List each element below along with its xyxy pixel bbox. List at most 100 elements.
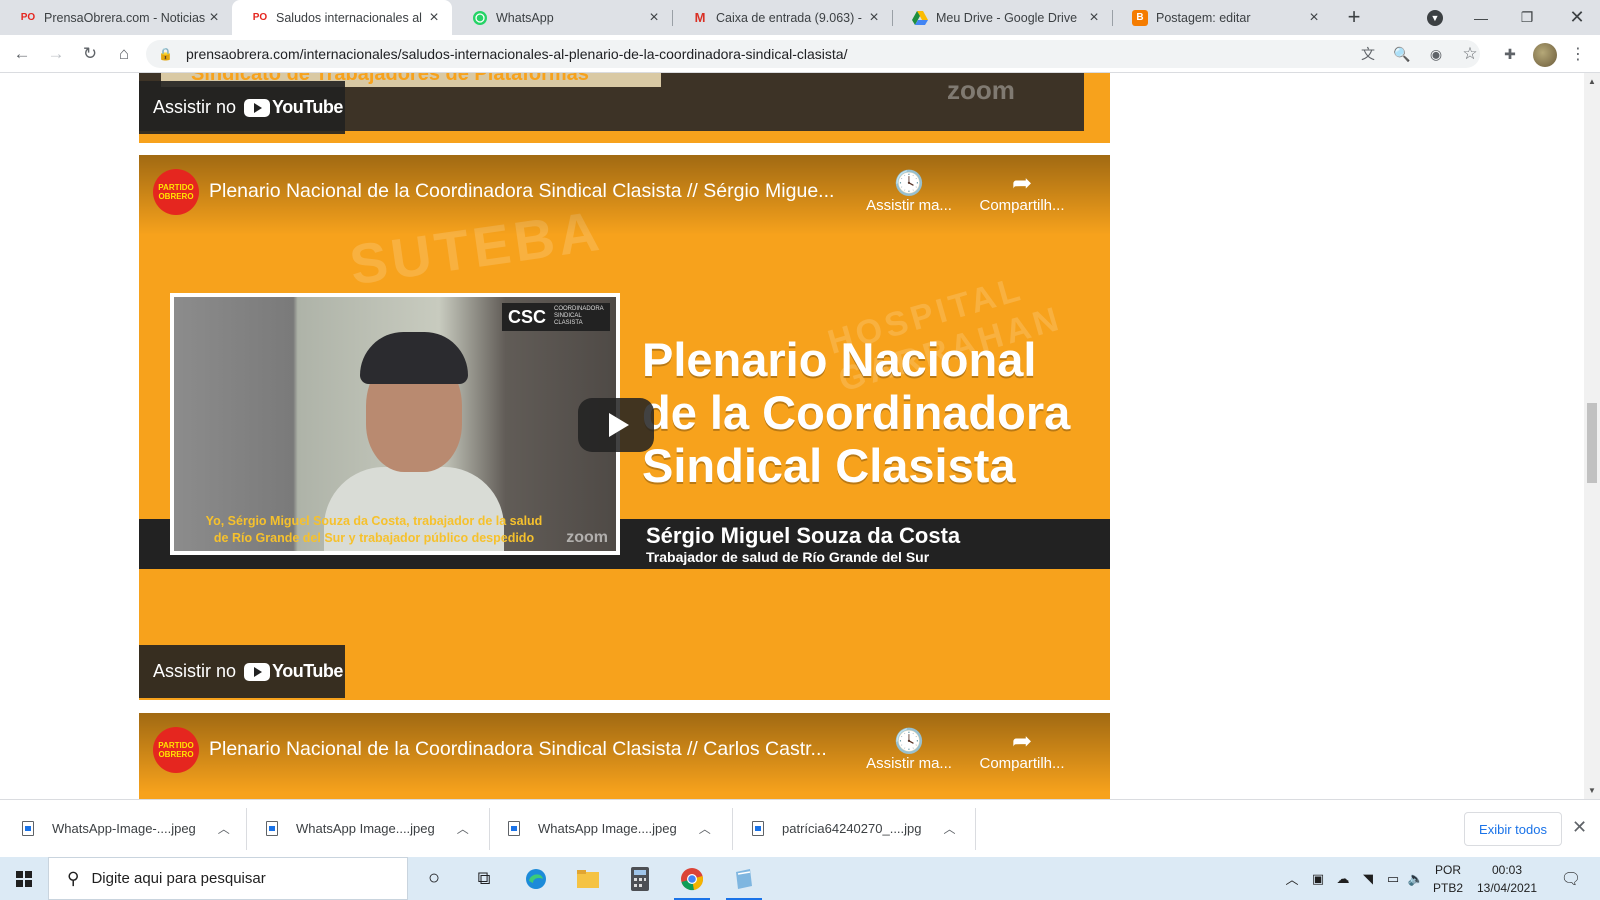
channel-logo[interactable]: PARTIDO OBRERO bbox=[153, 727, 199, 773]
scrollbar-thumb[interactable] bbox=[1587, 403, 1597, 483]
video-embed-top[interactable]: Sindicato de Trabajadores de Plataformas… bbox=[139, 73, 1110, 143]
whatsapp-icon bbox=[472, 10, 488, 26]
page-scrollbar[interactable]: ▲ ▼ bbox=[1584, 73, 1600, 799]
tab-prensaobrera[interactable]: PO PrensaObrera.com - Noticias × bbox=[0, 0, 232, 35]
show-all-downloads-button[interactable]: Exibir todos bbox=[1464, 812, 1562, 846]
csc-small-label: COORDINADORA SINDICAL CLASISTA bbox=[554, 306, 604, 326]
download-item[interactable]: patrícia64240270_....jpg ︿ bbox=[752, 806, 956, 850]
video-embed-main[interactable]: SUTEBA HOSPITAL GARRAHAN PARTIDO OBRERO … bbox=[139, 155, 1110, 700]
forward-button[interactable]: → bbox=[44, 42, 68, 66]
close-tab-icon[interactable]: × bbox=[1086, 9, 1102, 26]
tab-blogger[interactable]: B Postagem: editar × bbox=[1112, 0, 1332, 35]
extensions-icon[interactable]: ✚ bbox=[1498, 42, 1522, 66]
chrome-icon[interactable] bbox=[668, 857, 716, 900]
video-title[interactable]: Plenario Nacional de la Coordinadora Sin… bbox=[209, 738, 889, 761]
watch-on-label: Assistir no bbox=[153, 661, 237, 681]
close-window-button[interactable]: ✕ bbox=[1554, 0, 1600, 35]
windows-taskbar: ⚲ Digite aqui para pesquisar ○ ⧉ ︿ ▣ ☁ ◥… bbox=[0, 857, 1600, 900]
volume-icon[interactable]: 🔈 bbox=[1406, 857, 1426, 900]
onedrive-icon[interactable]: ☁ bbox=[1332, 857, 1354, 900]
edge-icon[interactable] bbox=[512, 857, 560, 900]
show-hidden-icons-chevron-icon[interactable]: ︿ bbox=[1282, 857, 1302, 900]
new-tab-button[interactable]: + bbox=[1342, 6, 1366, 30]
chevron-up-icon[interactable]: ︿ bbox=[218, 820, 230, 837]
share-button[interactable]: ➦ Compartilh... bbox=[967, 169, 1077, 214]
close-tab-icon[interactable]: × bbox=[206, 9, 222, 26]
headline-line-2: de la Coordinadora bbox=[642, 386, 1071, 439]
download-filename: WhatsApp Image....jpeg bbox=[538, 820, 677, 836]
download-item[interactable]: WhatsApp-Image-....jpeg ︿ bbox=[22, 806, 230, 850]
channel-logo[interactable]: PARTIDO OBRERO bbox=[153, 169, 199, 215]
download-item[interactable]: WhatsApp Image....jpeg ︿ bbox=[508, 806, 711, 850]
cortana-icon[interactable]: ○ bbox=[410, 857, 458, 900]
notifications-icon[interactable]: 🗨 bbox=[1556, 857, 1586, 900]
clock-time: 00:03 bbox=[1491, 863, 1523, 877]
search-icon: ⚲ bbox=[67, 868, 80, 888]
youtube-logo: YouTube bbox=[244, 97, 343, 118]
watch-later-button[interactable]: 🕓 Assistir ma... bbox=[854, 727, 964, 772]
close-tab-icon[interactable]: × bbox=[426, 9, 442, 26]
windows-logo-icon bbox=[16, 870, 32, 887]
scroll-up-arrow-icon[interactable]: ▲ bbox=[1588, 77, 1596, 86]
bookmark-star-icon[interactable]: ☆ bbox=[1458, 42, 1482, 66]
meet-now-icon[interactable]: ▣ bbox=[1308, 857, 1328, 900]
youtube-play-icon bbox=[244, 662, 271, 681]
start-button[interactable] bbox=[0, 857, 48, 900]
browser-toolbar: ← → ↻ ⌂ 🔒 prensaobrera.com/internacional… bbox=[0, 35, 1600, 73]
zoom-watermark: zoom bbox=[947, 75, 1015, 105]
task-view-icon[interactable]: ⧉ bbox=[460, 857, 508, 900]
tab-title: Caixa de entrada (9.063) - lp bbox=[716, 10, 866, 25]
image-file-icon bbox=[752, 820, 764, 836]
close-downloads-icon[interactable]: ✕ bbox=[1572, 817, 1587, 838]
input-language[interactable]: POR PTB2 bbox=[1430, 861, 1466, 897]
close-tab-icon[interactable]: × bbox=[866, 9, 882, 26]
system-clock[interactable]: 00:03 13/04/2021 bbox=[1470, 861, 1544, 897]
tab-gmail[interactable]: M Caixa de entrada (9.063) - lp × bbox=[672, 0, 892, 35]
tab-search-button[interactable]: ▼ bbox=[1412, 0, 1458, 35]
chevron-up-icon[interactable]: ︿ bbox=[699, 820, 711, 837]
minimize-button[interactable]: — bbox=[1458, 0, 1504, 35]
lock-icon[interactable]: 🔒 bbox=[158, 47, 173, 61]
tab-title: PrensaObrera.com - Noticias bbox=[44, 10, 206, 25]
tab-whatsapp[interactable]: WhatsApp × bbox=[452, 0, 672, 35]
video-embed-bottom[interactable]: PARTIDO OBRERO Plenario Nacional de la C… bbox=[139, 713, 1110, 799]
share-button[interactable]: ➦ Compartilh... bbox=[967, 727, 1077, 772]
download-item[interactable]: WhatsApp Image....jpeg ︿ bbox=[266, 806, 469, 850]
translate-icon[interactable]: 文 bbox=[1356, 42, 1380, 66]
chevron-up-icon[interactable]: ︿ bbox=[457, 820, 469, 837]
notepad-icon[interactable] bbox=[720, 857, 768, 900]
back-button[interactable]: ← bbox=[10, 42, 34, 66]
reload-button[interactable]: ↻ bbox=[78, 42, 102, 66]
file-explorer-icon[interactable] bbox=[564, 857, 612, 900]
calculator-icon[interactable] bbox=[616, 857, 664, 900]
tab-title: Meu Drive - Google Drive bbox=[936, 10, 1078, 25]
menu-icon[interactable]: ⋮ bbox=[1566, 42, 1590, 66]
zoom-icon[interactable]: 🔍 bbox=[1390, 42, 1414, 66]
watch-later-button[interactable]: 🕓 Assistir ma... bbox=[854, 169, 964, 214]
tab-google-drive[interactable]: Meu Drive - Google Drive × bbox=[892, 0, 1112, 35]
wifi-icon[interactable]: ◥ bbox=[1358, 857, 1378, 900]
headline-line-3: Sindical Clasista bbox=[642, 439, 1016, 492]
watch-on-youtube-button[interactable]: Assistir no YouTube bbox=[139, 645, 345, 698]
tab-saludos-internacionales[interactable]: PO Saludos internacionales al p × bbox=[232, 0, 452, 35]
play-button[interactable] bbox=[578, 398, 654, 452]
battery-icon[interactable]: ▭ bbox=[1382, 857, 1404, 900]
profile-avatar[interactable] bbox=[1533, 43, 1557, 67]
csc-label: CSC bbox=[508, 307, 547, 327]
close-tab-icon[interactable]: × bbox=[1306, 9, 1322, 26]
close-tab-icon[interactable]: × bbox=[646, 9, 662, 26]
download-separator bbox=[732, 808, 733, 850]
chevron-up-icon[interactable]: ︿ bbox=[944, 820, 956, 837]
share-icon: ➦ bbox=[1011, 170, 1033, 197]
address-bar[interactable]: 🔒 prensaobrera.com/internacionales/salud… bbox=[146, 40, 1480, 68]
taskbar-search-box[interactable]: ⚲ Digite aqui para pesquisar bbox=[48, 857, 408, 900]
restore-button[interactable]: ❐ bbox=[1504, 0, 1550, 35]
home-button[interactable]: ⌂ bbox=[112, 42, 136, 66]
tracking-blocked-icon[interactable]: ◉ bbox=[1424, 42, 1448, 66]
watch-on-youtube-button[interactable]: Assistir no YouTube bbox=[139, 81, 345, 134]
youtube-wordmark: YouTube bbox=[272, 97, 343, 117]
video-headline: Plenario Nacional de la Coordinadora Sin… bbox=[642, 333, 1102, 492]
video-title[interactable]: Plenario Nacional de la Coordinadora Sin… bbox=[209, 180, 889, 203]
scroll-down-arrow-icon[interactable]: ▼ bbox=[1588, 786, 1596, 795]
clock-icon: 🕓 bbox=[894, 728, 924, 755]
